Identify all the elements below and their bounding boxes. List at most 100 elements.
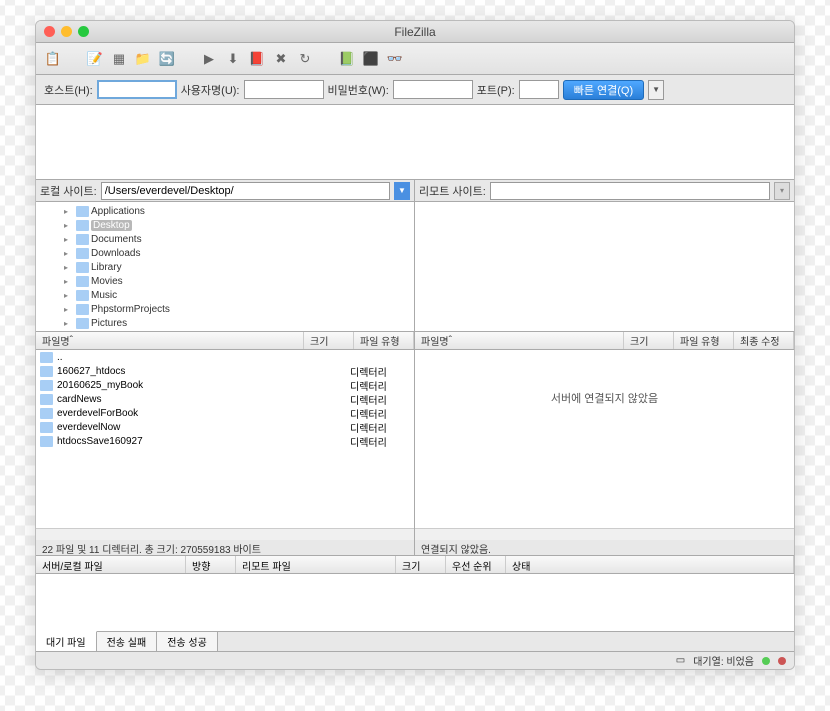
queue-status: 대기열: 비었음 [693, 653, 754, 668]
file-name: .. [57, 352, 350, 363]
remote-site-label: 리모트 사이트: [419, 183, 486, 199]
queue-tabs: 대기 파일 전송 실패 전송 성공 [36, 631, 794, 651]
message-log [36, 105, 794, 180]
tree-item[interactable]: ▸Downloads [36, 246, 414, 260]
tree-label: Desktop [91, 220, 132, 231]
toggle-log-icon[interactable]: 📝 [86, 50, 104, 68]
expand-icon[interactable]: ▸ [64, 235, 74, 244]
expand-icon[interactable]: ▸ [64, 277, 74, 286]
col-size[interactable]: 크기 [624, 332, 674, 349]
list-item[interactable]: .. [36, 350, 414, 364]
folder-icon [76, 206, 89, 217]
user-label: 사용자명(U): [181, 82, 240, 98]
sync-icon[interactable]: 👓 [386, 50, 404, 68]
expand-icon[interactable]: ▸ [64, 305, 74, 314]
list-item[interactable]: htdocsSave160927디렉터리 [36, 434, 414, 448]
qcol-dir[interactable]: 방향 [186, 556, 236, 573]
remote-path-input[interactable] [490, 182, 770, 200]
col-modified[interactable]: 최종 수정 [734, 332, 794, 349]
password-input[interactable] [393, 80, 473, 99]
local-site-label: 로컬 사이트: [40, 183, 97, 199]
compare-icon[interactable]: ⬛ [362, 50, 380, 68]
cancel-icon[interactable]: ⬇ [224, 50, 242, 68]
tree-item[interactable]: ▸ Desktop [36, 218, 414, 232]
col-type[interactable]: 파일 유형 [354, 332, 414, 349]
list-item[interactable]: everdevelForBook디렉터리 [36, 406, 414, 420]
remote-pane: 리모트 사이트: ▾ 파일명 ˆ 크기 파일 유형 최종 수정 서버에 연결되지… [415, 180, 794, 556]
tree-item[interactable]: ▸ Applications [36, 204, 414, 218]
qcol-local[interactable]: 서버/로컬 파일 [36, 556, 186, 573]
folder-icon [76, 234, 89, 245]
qcol-size[interactable]: 크기 [396, 556, 446, 573]
file-type: 디렉터리 [350, 364, 410, 379]
quickconnect-dropdown[interactable]: ▼ [648, 80, 664, 100]
expand-icon[interactable]: ▸ [64, 319, 74, 328]
port-input[interactable] [519, 80, 559, 99]
tree-item[interactable]: ▸Pictures [36, 316, 414, 330]
tab-waiting[interactable]: 대기 파일 [36, 631, 97, 651]
toolbar: 📋 📝 ▦ 📁 🔄 ▶ ⬇ 📕 ✖ ↻ 📗 ⬛ 👓 [36, 43, 794, 75]
username-input[interactable] [244, 80, 324, 99]
local-path-dropdown[interactable]: ▼ [394, 182, 410, 200]
col-size[interactable]: 크기 [304, 332, 354, 349]
list-item[interactable]: cardNews디렉터리 [36, 392, 414, 406]
expand-icon[interactable]: ▸ [64, 263, 74, 272]
toggle-queue-icon[interactable]: 📁 [134, 50, 152, 68]
toggle-tree-icon[interactable]: ▦ [110, 50, 128, 68]
main-panes: 로컬 사이트: ▼ ▸ Applications ▸ Desktop ▸ Document… [36, 180, 794, 556]
tree-label: Applications [91, 206, 145, 217]
remote-hscroll[interactable] [415, 528, 794, 540]
expand-icon[interactable]: ▸ [64, 291, 74, 300]
tree-label: Documents [91, 234, 142, 245]
local-hscroll[interactable] [36, 528, 414, 540]
folder-icon [76, 262, 89, 273]
window-title: FileZilla [36, 25, 794, 39]
tree-item[interactable]: ▸Music [36, 288, 414, 302]
file-name: 160627_htdocs [57, 366, 350, 377]
queue-body[interactable] [36, 574, 794, 631]
tab-failed[interactable]: 전송 실패 [97, 632, 158, 651]
remote-empty-message: 서버에 연결되지 않았음 [415, 390, 794, 406]
expand-icon[interactable]: ▸ [64, 249, 74, 258]
remote-tree[interactable] [415, 202, 794, 332]
queue-header: 서버/로컬 파일 방향 리모트 파일 크기 우선 순위 상태 [36, 556, 794, 574]
expand-icon[interactable]: ▸ [64, 221, 74, 230]
tree-item[interactable]: ▸ Documents [36, 232, 414, 246]
expand-icon[interactable]: ▸ [64, 207, 74, 216]
quickconnect-button[interactable]: 빠른 연결(Q) [563, 80, 644, 100]
process-queue-icon[interactable]: ▶ [200, 50, 218, 68]
local-pane: 로컬 사이트: ▼ ▸ Applications ▸ Desktop ▸ Document… [36, 180, 415, 556]
folder-icon [40, 380, 53, 391]
qcol-priority[interactable]: 우선 순위 [446, 556, 506, 573]
col-type[interactable]: 파일 유형 [674, 332, 734, 349]
disconnect-icon[interactable]: 📕 [248, 50, 266, 68]
tab-success[interactable]: 전송 성공 [157, 632, 218, 651]
col-filename[interactable]: 파일명 ˆ [36, 332, 304, 349]
action-icon[interactable]: ↻ [296, 50, 314, 68]
list-item[interactable]: everdevelNow디렉터리 [36, 420, 414, 434]
remote-path-dropdown[interactable]: ▾ [774, 182, 790, 200]
folder-icon [40, 408, 53, 419]
qcol-remote[interactable]: 리모트 파일 [236, 556, 396, 573]
list-item[interactable]: 20160625_myBook디렉터리 [36, 378, 414, 392]
local-tree[interactable]: ▸ Applications ▸ Desktop ▸ Documents▸Download… [36, 202, 414, 332]
remote-file-list[interactable]: 서버에 연결되지 않았음 [415, 350, 794, 528]
tree-item[interactable]: ▸PhpstormProjects [36, 302, 414, 316]
filter-icon[interactable]: 📗 [338, 50, 356, 68]
tree-item[interactable]: ▸Library [36, 260, 414, 274]
host-input[interactable] [97, 80, 177, 99]
folder-icon [40, 394, 53, 405]
tree-label: Movies [91, 276, 123, 287]
sort-asc-icon: ˆ [449, 335, 452, 346]
list-item[interactable]: 160627_htdocs디렉터리 [36, 364, 414, 378]
col-filename[interactable]: 파일명 ˆ [415, 332, 624, 349]
app-window: FileZilla 📋 📝 ▦ 📁 🔄 ▶ ⬇ 📕 ✖ ↻ 📗 ⬛ 👓 호스트(… [35, 20, 795, 670]
local-path-input[interactable] [101, 182, 390, 200]
refresh-icon[interactable]: 🔄 [158, 50, 176, 68]
titlebar: FileZilla [36, 21, 794, 43]
tree-item[interactable]: ▸ Movies [36, 274, 414, 288]
local-file-list[interactable]: ..160627_htdocs디렉터리20160625_myBook디렉터리ca… [36, 350, 414, 528]
reconnect-icon[interactable]: ✖ [272, 50, 290, 68]
qcol-status[interactable]: 상태 [506, 556, 794, 573]
site-manager-icon[interactable]: 📋 [44, 50, 62, 68]
